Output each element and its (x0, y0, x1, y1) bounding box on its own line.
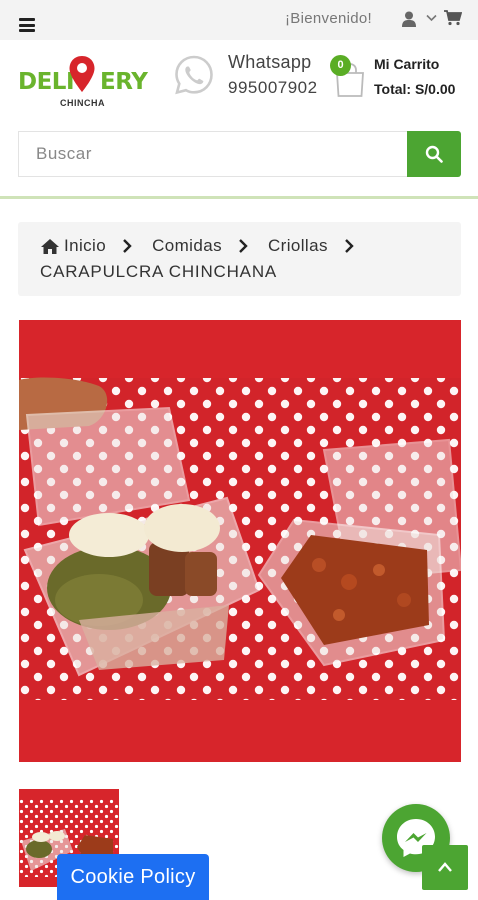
search-button[interactable] (407, 131, 461, 177)
chevron-up-icon (438, 862, 452, 872)
site-logo[interactable]: DELI ERY CHINCHA (18, 55, 148, 111)
menu-icon[interactable] (19, 18, 35, 32)
cart-title[interactable]: Mi Carrito (374, 56, 439, 72)
whatsapp-label: Whatsapp (228, 52, 312, 72)
user-icon[interactable] (402, 11, 416, 27)
cart-icon[interactable] (444, 10, 462, 26)
header-divider (0, 196, 478, 199)
cookie-policy-button[interactable]: Cookie Policy (57, 854, 209, 900)
location-pin-icon (69, 56, 95, 92)
breadcrumb-item-comidas[interactable]: Comidas (152, 236, 222, 256)
chevron-down-icon[interactable] (426, 12, 437, 23)
breadcrumb-item-criollas[interactable]: Criollas (268, 236, 328, 256)
product-photo[interactable] (19, 320, 461, 762)
breadcrumb: Inicio Comidas Criollas CARAPULCRA CHINC… (18, 222, 461, 296)
logo-subtitle: CHINCHA (60, 98, 105, 108)
chevron-right-icon (345, 239, 354, 253)
cart-count-badge: 0 (330, 55, 351, 76)
home-icon[interactable] (40, 238, 60, 255)
product-photo-illustration (19, 320, 461, 762)
breadcrumb-item-inicio[interactable]: Inicio (64, 236, 106, 256)
search-input[interactable] (18, 131, 408, 177)
search-icon (425, 145, 443, 163)
chevron-right-icon (239, 239, 248, 253)
cart-total: Total: S/0.00 (374, 81, 456, 97)
welcome-text: ¡Bienvenido! (285, 10, 372, 27)
whatsapp-number[interactable]: 995007902 (228, 78, 318, 98)
breadcrumb-current: CARAPULCRA CHINCHANA (40, 262, 278, 281)
chevron-right-icon (123, 239, 132, 253)
back-to-top-button[interactable] (422, 845, 468, 890)
whatsapp-icon[interactable] (173, 54, 215, 96)
top-bar: ¡Bienvenido! (0, 0, 478, 40)
